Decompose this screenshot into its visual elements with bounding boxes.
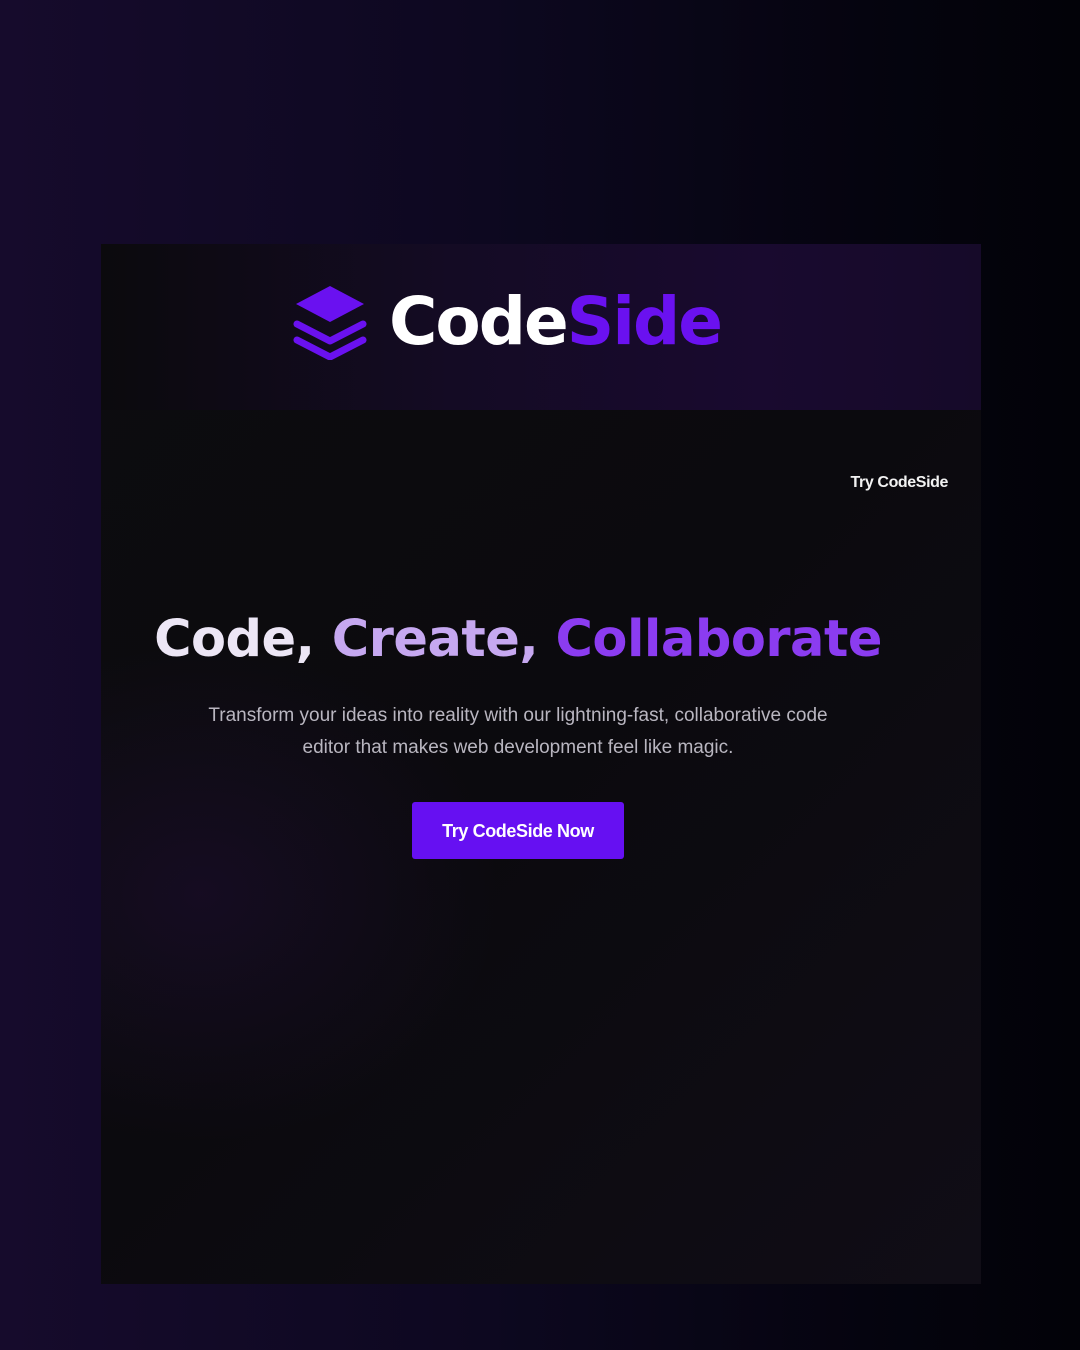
brand-name-part1: Code bbox=[389, 283, 569, 360]
hero-headline: Code, Create, Collaborate bbox=[101, 609, 935, 670]
brand-logo[interactable]: CodeSide bbox=[293, 284, 723, 360]
headline-collaborate: Collaborate bbox=[555, 610, 882, 669]
try-codeside-link[interactable]: Try CodeSide bbox=[851, 474, 949, 492]
header-banner: CodeSide bbox=[101, 244, 981, 410]
brand-name-part2: Side bbox=[566, 283, 723, 360]
page-frame: CodeSide Try CodeSide Code, Create, Coll… bbox=[101, 244, 981, 1284]
layers-icon bbox=[293, 286, 367, 360]
headline-create: Create, bbox=[331, 610, 539, 669]
try-codeside-now-button[interactable]: Try CodeSide Now bbox=[412, 802, 624, 860]
hero-subtitle: Transform your ideas into reality with o… bbox=[208, 705, 828, 759]
headline-code: Code, bbox=[154, 610, 315, 669]
brand-name: CodeSide bbox=[389, 289, 723, 355]
hero-section: Code, Create, Collaborate Transform your… bbox=[101, 609, 935, 860]
